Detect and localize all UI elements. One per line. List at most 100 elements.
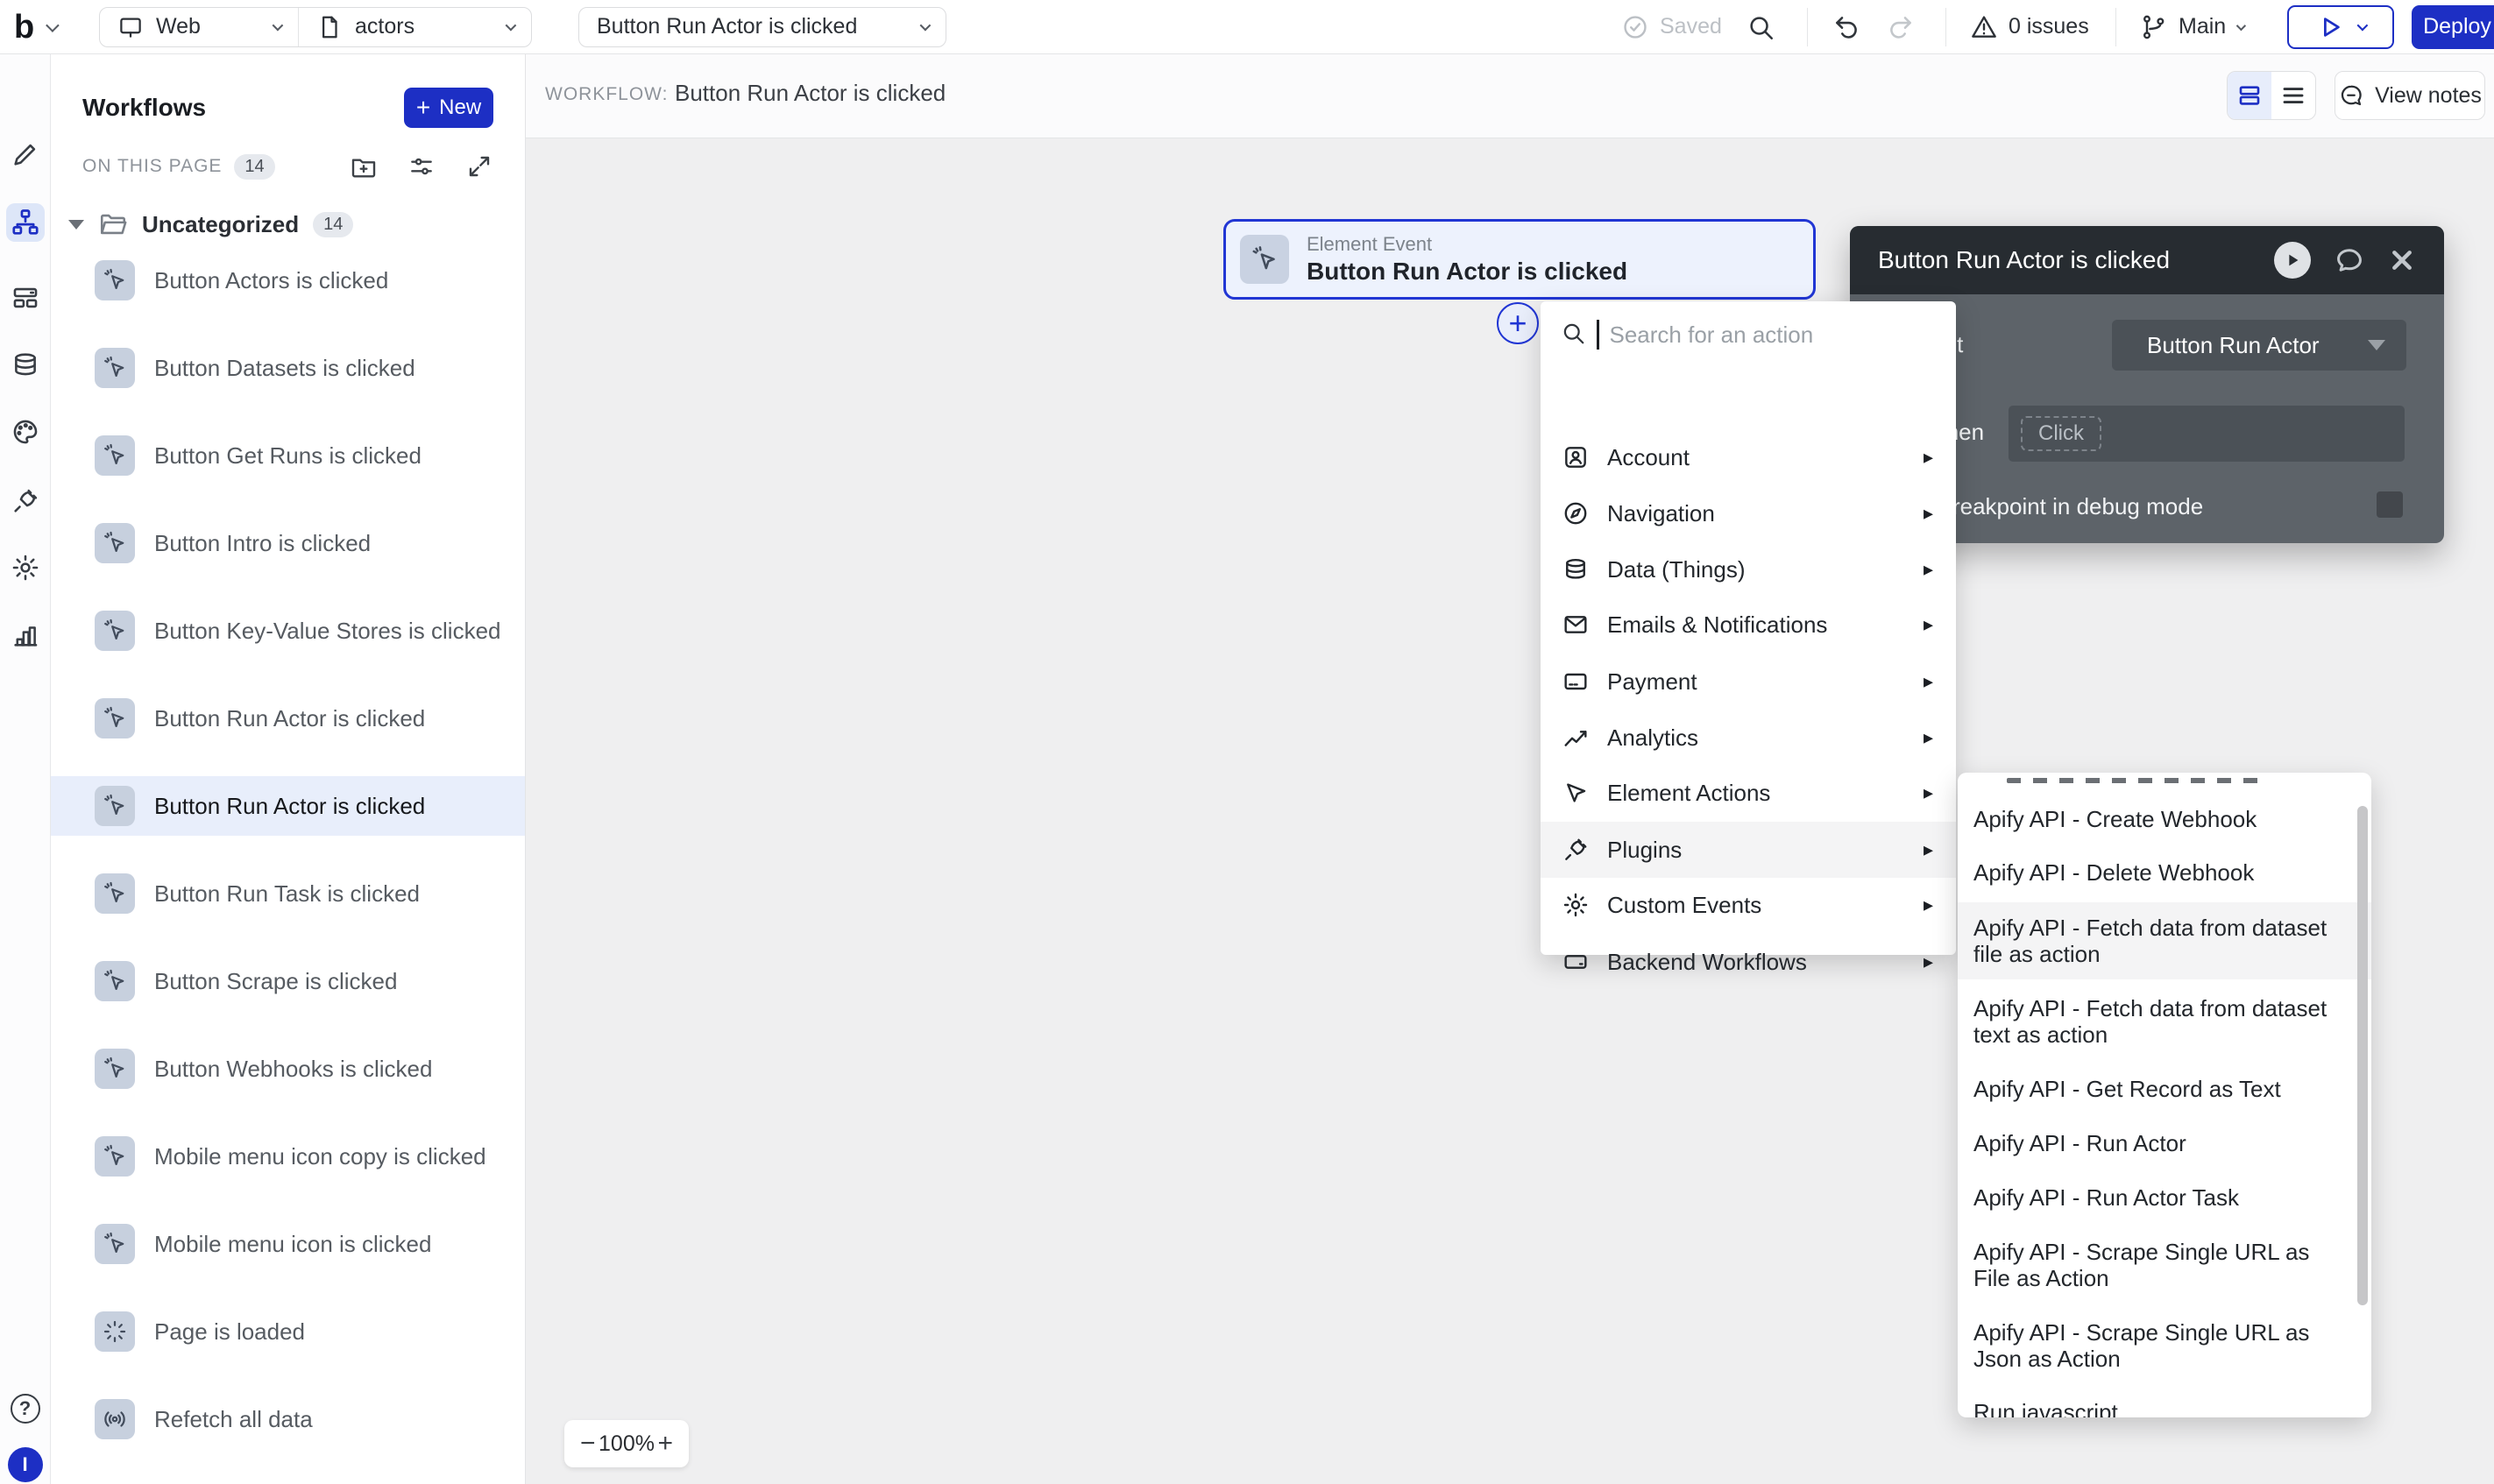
branch-selector[interactable]: Main xyxy=(2140,13,2243,41)
rail-item-plugins[interactable] xyxy=(6,482,45,520)
properties-title: Button Run Actor is clicked xyxy=(1878,246,2170,274)
zoom-in-button[interactable]: + xyxy=(657,1431,673,1457)
menu-item-navigation[interactable]: Navigation ▸ xyxy=(1541,485,1956,541)
environment-dropdown[interactable]: Web xyxy=(100,8,298,46)
submenu-arrow-icon: ▸ xyxy=(1924,781,1933,804)
bubble-logo: b xyxy=(14,11,34,44)
menu-item-backend-workflows[interactable]: Backend Workflows ▸ xyxy=(1541,934,1956,990)
element-dropdown[interactable]: Button Run Actor xyxy=(2112,320,2406,371)
cursor-click-icon xyxy=(95,260,135,300)
submenu-arrow-icon: ▸ xyxy=(1924,446,1933,469)
menu-item-element-actions[interactable]: Element Actions ▸ xyxy=(1541,765,1956,821)
menu-item-emails[interactable]: Emails & Notifications ▸ xyxy=(1541,597,1956,653)
cursor-click-icon xyxy=(95,435,135,476)
submenu-item[interactable]: Apify API - Scrape Single URL as Json as… xyxy=(1958,1312,2371,1379)
submenu-item[interactable]: Apify API - Scrape Single URL as File as… xyxy=(1958,1232,2371,1298)
comment-button[interactable] xyxy=(2334,244,2365,276)
workflow-list-item[interactable]: Button Webhooks is clicked xyxy=(51,1039,525,1099)
run-when-input[interactable]: Click xyxy=(2009,406,2405,462)
redo-button[interactable] xyxy=(1886,12,1916,42)
workflow-list-item[interactable]: Page is loaded xyxy=(51,1302,525,1361)
submenu-item-highlighted[interactable]: Apify API - Fetch data from dataset file… xyxy=(1958,902,2371,979)
menu-item-payment[interactable]: Payment ▸ xyxy=(1541,654,1956,710)
cursor-icon xyxy=(1562,779,1590,807)
undo-button[interactable] xyxy=(1832,12,1861,42)
rail-item-workflows[interactable] xyxy=(6,203,45,242)
zoom-level: 100% xyxy=(599,1431,655,1457)
view-notes-button[interactable]: View notes xyxy=(2335,71,2485,120)
submenu-item[interactable]: Apify API - Run Actor xyxy=(1958,1116,2371,1170)
cursor-click-icon xyxy=(1240,235,1289,284)
bubble-logo-menu[interactable]: b xyxy=(14,11,56,44)
workflow-list-item[interactable]: Button Datasets is clicked xyxy=(51,338,525,398)
submenu-item[interactable]: Apify API - Fetch data from dataset text… xyxy=(1958,988,2371,1055)
breakpoint-checkbox[interactable] xyxy=(2377,491,2403,518)
workflow-node-event[interactable]: Element Event Button Run Actor is clicke… xyxy=(1223,219,1816,300)
close-button[interactable] xyxy=(2388,246,2416,274)
list-view-button[interactable] xyxy=(2271,72,2315,119)
click-chip: Click xyxy=(2021,416,2101,451)
preview-split-button[interactable] xyxy=(2287,5,2394,49)
gear-icon xyxy=(11,553,40,583)
note-bubble-icon xyxy=(2338,82,2364,109)
node-title: Button Run Actor is clicked xyxy=(1307,258,1627,286)
help-button[interactable]: ? xyxy=(6,1389,45,1428)
workflow-list-item[interactable]: Button Intro is clicked xyxy=(51,513,525,573)
submenu-arrow-icon: ▸ xyxy=(1924,950,1933,973)
rail-item-logs[interactable] xyxy=(6,616,45,654)
action-search-input[interactable] xyxy=(1610,322,1908,349)
submenu-item[interactable]: Apify API - Delete Webhook xyxy=(1958,845,2371,900)
workflow-selector-dropdown[interactable]: Button Run Actor is clicked xyxy=(578,7,946,47)
workflow-list-item[interactable]: Button Key-Value Stores is clicked xyxy=(51,601,525,661)
cursor-click-icon xyxy=(95,873,135,914)
cursor-click-icon xyxy=(95,1136,135,1177)
page-dropdown[interactable]: actors xyxy=(299,8,531,46)
scrollbar-thumb[interactable] xyxy=(2357,806,2368,1305)
rail-item-styles[interactable] xyxy=(6,413,45,451)
run-button[interactable] xyxy=(2274,242,2311,279)
menu-item-analytics[interactable]: Analytics ▸ xyxy=(1541,710,1956,766)
submenu-item[interactable]: Apify API - Run Actor Task xyxy=(1958,1170,2371,1225)
rail-item-data[interactable] xyxy=(6,346,45,385)
zoom-out-button[interactable]: − xyxy=(580,1431,596,1457)
menu-item-data-things[interactable]: Data (Things) ▸ xyxy=(1541,541,1956,597)
chevron-down-icon xyxy=(2356,20,2368,32)
rail-item-components[interactable] xyxy=(6,279,45,317)
menu-item-plugins[interactable]: Plugins ▸ xyxy=(1541,822,1956,878)
rail-item-settings[interactable] xyxy=(6,548,45,587)
action-search-row[interactable] xyxy=(1541,301,1956,368)
workflow-list-item[interactable]: Mobile menu icon is clicked xyxy=(51,1214,525,1274)
user-avatar[interactable]: I xyxy=(6,1445,45,1484)
workflow-list-item[interactable]: Button Actors is clicked xyxy=(51,251,525,310)
compass-icon xyxy=(1562,499,1590,527)
play-icon xyxy=(2317,14,2343,40)
properties-header[interactable]: Button Run Actor is clicked xyxy=(1850,226,2444,294)
deploy-button[interactable]: Deploy xyxy=(2412,5,2494,49)
submenu-arrow-icon: ▸ xyxy=(1924,726,1933,749)
workflow-canvas[interactable]: WORKFLOW: Button Run Actor is clicked Vi… xyxy=(526,54,2494,1484)
workflow-list-item[interactable]: Button Run Task is clicked xyxy=(51,864,525,923)
workflow-list-item[interactable]: Button Scrape is clicked xyxy=(51,951,525,1011)
workflow-list-item[interactable]: Button Run Actor is clicked xyxy=(51,689,525,748)
database-icon xyxy=(1562,555,1590,583)
workflow-list-item[interactable]: Button Get Runs is clicked xyxy=(51,426,525,485)
menu-item-account[interactable]: Account ▸ xyxy=(1541,429,1956,485)
pencil-icon xyxy=(11,139,40,169)
submenu-item[interactable]: Apify API - Create Webhook xyxy=(1958,792,2371,846)
submenu-item[interactable]: Apify API - Get Record as Text xyxy=(1958,1062,2371,1116)
workflow-list-item[interactable]: Mobile menu icon copy is clicked xyxy=(51,1127,525,1186)
rail-item-design[interactable] xyxy=(6,135,45,173)
cards-view-button[interactable] xyxy=(2228,72,2271,119)
menu-item-custom-events[interactable]: Custom Events ▸ xyxy=(1541,877,1956,933)
caret-down-icon xyxy=(2368,340,2385,350)
plug-icon xyxy=(1562,836,1590,864)
issues-indicator[interactable]: 0 issues xyxy=(1970,13,2089,41)
workflow-list-item-selected[interactable]: Button Run Actor is clicked xyxy=(51,776,525,836)
add-action-button[interactable]: + xyxy=(1497,302,1539,344)
check-circle-icon xyxy=(1621,13,1649,41)
chevron-down-icon xyxy=(2236,20,2246,30)
search-button[interactable] xyxy=(1746,12,1775,42)
workflow-list-item[interactable]: Refetch all data xyxy=(51,1389,525,1449)
submenu-item[interactable]: Run javascript xyxy=(1958,1385,2371,1417)
play-icon xyxy=(2283,251,2302,270)
